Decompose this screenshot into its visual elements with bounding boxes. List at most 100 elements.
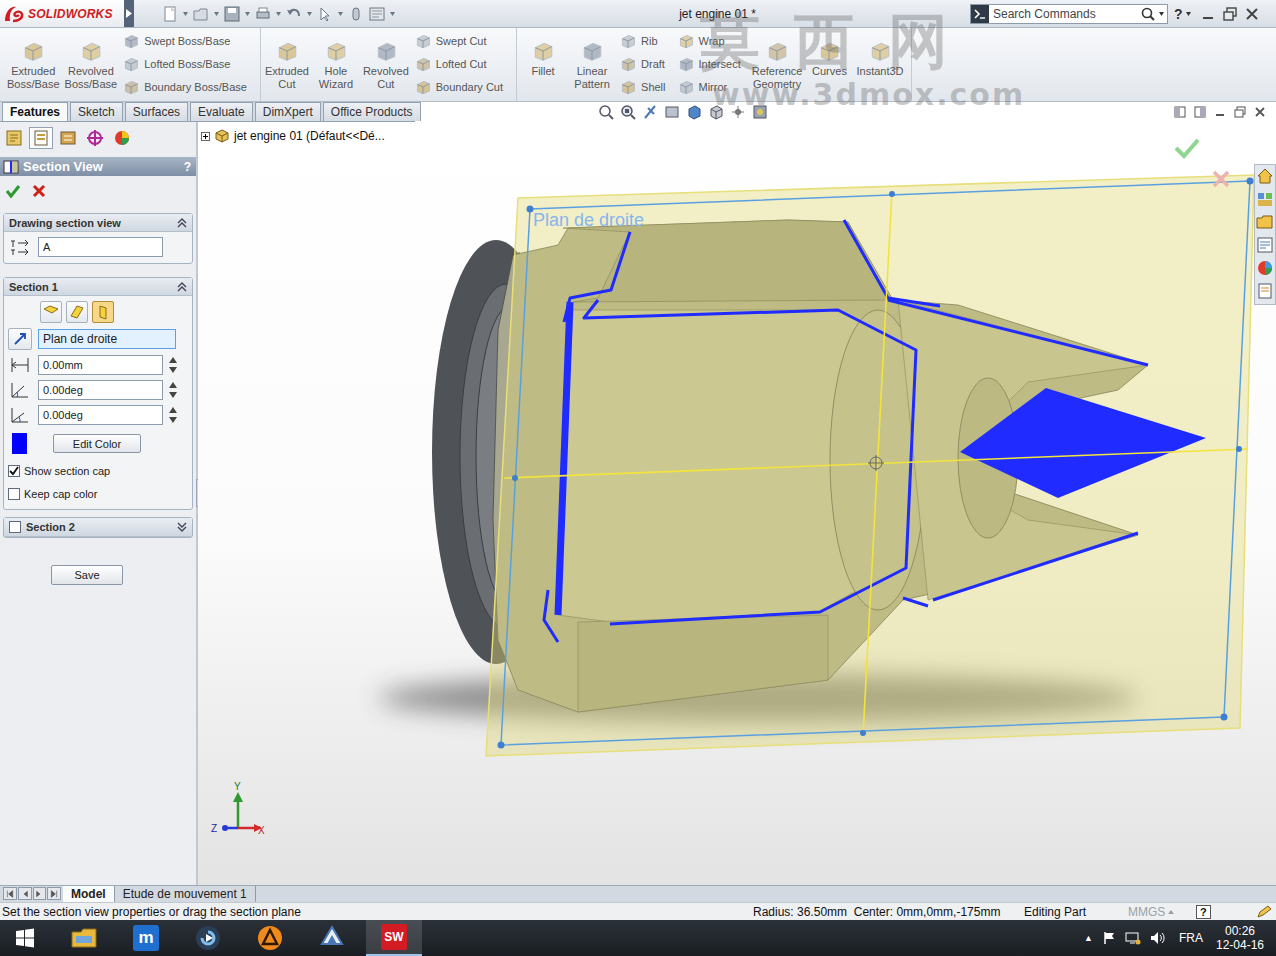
command-button[interactable]: Intersect <box>678 55 749 73</box>
spinner-icon[interactable] <box>169 381 177 399</box>
plane-button[interactable] <box>40 301 62 323</box>
split-view-icon[interactable] <box>1174 106 1186 118</box>
action-center-flag-icon[interactable] <box>1102 931 1116 945</box>
nav-button[interactable] <box>33 887 47 900</box>
minimize-icon[interactable] <box>1201 7 1215 21</box>
dropdown-icon[interactable] <box>390 12 395 16</box>
command-button[interactable]: Instant3D <box>854 28 905 101</box>
status-help[interactable]: ? <box>1196 905 1211 919</box>
command-button[interactable]: Revolved Boss/Base <box>63 28 120 101</box>
checkbox[interactable] <box>8 465 20 477</box>
command-button[interactable]: Extruded Cut <box>263 28 311 101</box>
command-button[interactable]: Draft <box>620 55 673 73</box>
command-icon[interactable] <box>123 56 139 72</box>
part-name[interactable]: jet engine 01 (Défaut<<Dé... <box>234 129 385 143</box>
dropdown-icon[interactable] <box>1168 910 1174 914</box>
command-icon[interactable] <box>869 40 891 62</box>
minimize-icon[interactable] <box>1214 106 1226 118</box>
quick-access-icon[interactable] <box>162 6 178 22</box>
dropdown-icon[interactable] <box>183 12 188 16</box>
command-icon[interactable] <box>123 79 139 95</box>
x-rotation-field[interactable]: 0.00deg <box>38 380 163 400</box>
command-button[interactable]: Curves <box>805 28 853 101</box>
manager-tab[interactable] <box>110 127 134 149</box>
command-icon[interactable] <box>620 33 636 49</box>
command-button[interactable]: Wrap <box>678 32 749 50</box>
show-hidden-icons[interactable]: ▲ <box>1084 933 1093 943</box>
input-language[interactable]: FRA <box>1175 931 1207 945</box>
view-tool-icon[interactable] <box>620 104 636 120</box>
group-header[interactable]: Section 1 <box>4 278 192 296</box>
help-button[interactable]: ? <box>184 160 191 174</box>
command-icon[interactable] <box>678 79 694 95</box>
command-button[interactable]: Lofted Boss/Base <box>123 55 255 73</box>
spinner-icon[interactable] <box>169 406 177 424</box>
expand-icon[interactable] <box>177 522 187 532</box>
ok-check-icon[interactable] <box>1173 136 1201 160</box>
dropdown-icon[interactable] <box>1159 12 1164 16</box>
quick-access-icon[interactable] <box>255 6 271 22</box>
command-button[interactable]: Boundary Boss/Base <box>123 78 255 96</box>
command-icon[interactable] <box>415 33 431 49</box>
dropdown-icon[interactable] <box>245 12 250 16</box>
edrawings-taskbar-button[interactable] <box>304 920 360 956</box>
section-name-field[interactable]: A <box>38 237 163 257</box>
command-button[interactable]: Reference Geometry <box>750 28 805 101</box>
plane-handles[interactable] <box>498 178 1254 749</box>
part-icon[interactable] <box>214 128 230 144</box>
plane-button[interactable] <box>66 301 88 323</box>
command-icon[interactable] <box>415 56 431 72</box>
command-icon[interactable] <box>80 40 102 62</box>
checkbox[interactable] <box>8 488 20 500</box>
quick-access-icon[interactable] <box>348 6 364 22</box>
quick-access-icon[interactable] <box>193 6 209 22</box>
command-icon[interactable] <box>620 56 636 72</box>
collapse-icon[interactable] <box>177 218 187 228</box>
menu-flyout[interactable] <box>124 0 134 27</box>
save-button[interactable]: Save <box>51 565 123 585</box>
avast-taskbar-button[interactable] <box>242 920 298 956</box>
command-tab[interactable]: Surfaces <box>125 102 188 121</box>
command-icon[interactable] <box>766 40 788 62</box>
clock[interactable]: 00:2612-04-16 <box>1216 924 1264 952</box>
start-button[interactable] <box>0 920 50 956</box>
checkbox[interactable] <box>9 521 21 533</box>
quick-access-icon[interactable] <box>286 6 302 22</box>
command-icon[interactable] <box>276 40 298 62</box>
model-view[interactable]: Plan de droiteXYZ <box>198 122 1274 885</box>
command-icon[interactable] <box>678 33 694 49</box>
command-button[interactable]: Revolved Cut <box>361 28 411 101</box>
manager-tab[interactable] <box>56 127 80 149</box>
command-icon[interactable] <box>532 40 554 62</box>
command-button[interactable]: Mirror <box>678 78 749 96</box>
command-icon[interactable] <box>123 33 139 49</box>
help-button[interactable]: ? <box>1174 6 1183 22</box>
ok-check-icon[interactable] <box>5 183 21 199</box>
view-tool-icon[interactable] <box>708 104 724 120</box>
dropdown-icon[interactable] <box>307 12 312 16</box>
dropdown-icon[interactable] <box>338 12 343 16</box>
group-header[interactable]: Drawing section view <box>4 214 192 232</box>
task-pane-icon[interactable] <box>1256 213 1274 233</box>
command-button[interactable]: Swept Boss/Base <box>123 32 255 50</box>
task-pane-icon[interactable] <box>1256 167 1274 187</box>
close-icon[interactable] <box>1254 106 1266 118</box>
command-button[interactable]: Hole Wizard <box>312 28 360 101</box>
command-button[interactable]: Boundary Cut <box>415 78 511 96</box>
view-tool-icon[interactable] <box>598 104 614 120</box>
spinner-icon[interactable] <box>169 356 177 374</box>
section-plane[interactable] <box>486 175 1254 756</box>
command-button[interactable]: Extruded Boss/Base <box>5 28 62 101</box>
y-rotation-field[interactable]: 0.00deg <box>38 405 163 425</box>
option-checkbox[interactable]: Keep cap color <box>8 485 188 503</box>
cancel-x-icon[interactable] <box>1209 168 1233 190</box>
manager-tab[interactable] <box>29 127 53 149</box>
collapse-icon[interactable] <box>177 282 187 292</box>
command-icon[interactable] <box>415 79 431 95</box>
dropdown-icon[interactable] <box>276 12 281 16</box>
command-icon[interactable] <box>375 40 397 62</box>
command-tab[interactable]: Office Products <box>323 102 421 121</box>
plane-button[interactable] <box>92 301 114 323</box>
command-tab[interactable]: Sketch <box>70 102 123 121</box>
command-tab[interactable]: DimXpert <box>255 102 321 121</box>
